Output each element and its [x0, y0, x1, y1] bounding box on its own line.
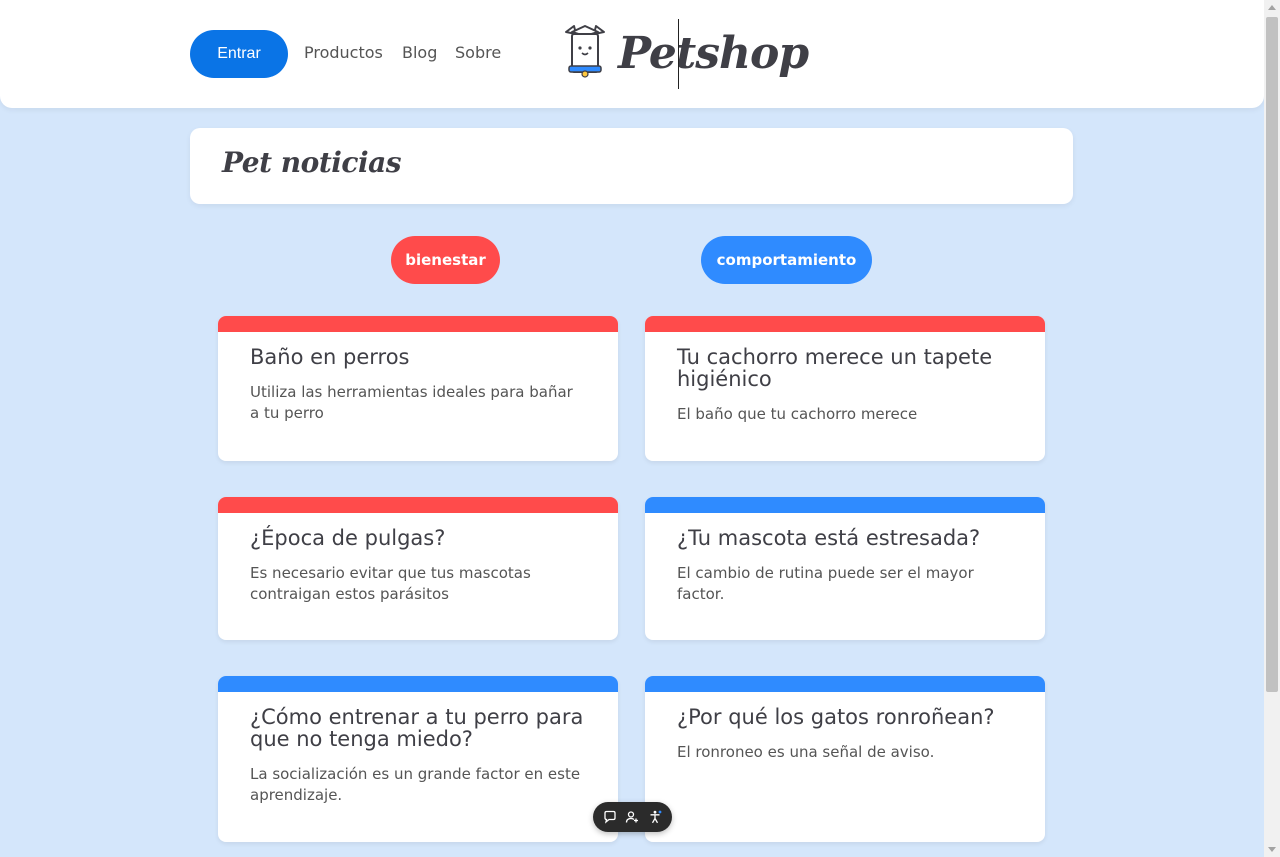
dog-box-logo-icon — [560, 22, 610, 84]
site-header: Entrar Productos Blog Sobre Petshop — [0, 0, 1264, 108]
news-card[interactable]: ¿Cómo entrenar a tu perro para que no te… — [218, 676, 618, 842]
page-title: Pet noticias — [222, 146, 402, 179]
news-card[interactable]: ¿Por qué los gatos ronroñean? El ronrone… — [645, 676, 1045, 842]
page-title-banner: Pet noticias — [190, 128, 1073, 204]
card-description: Utiliza las herramientas ideales para ba… — [250, 383, 573, 422]
category-bar-comportamiento — [645, 676, 1045, 692]
scroll-down-arrow-icon[interactable] — [1268, 847, 1276, 852]
card-title: ¿Época de pulgas? — [250, 526, 446, 550]
filter-comportamiento-button[interactable]: comportamiento — [701, 236, 872, 284]
nav-link-productos[interactable]: Productos — [304, 43, 383, 62]
add-user-icon[interactable] — [623, 808, 641, 826]
card-title: Tu cachorro merece un tapete higiénico — [677, 345, 993, 391]
news-card[interactable]: Tu cachorro merece un tapete higiénico E… — [645, 316, 1045, 461]
news-card[interactable]: ¿Época de pulgas? Es necesario evitar qu… — [218, 497, 618, 640]
accessibility-icon[interactable] — [646, 808, 664, 826]
card-title: ¿Por qué los gatos ronroñean? — [677, 705, 995, 729]
card-description: La socialización es un grande factor en … — [250, 765, 581, 804]
scroll-up-arrow-icon[interactable] — [1268, 5, 1276, 10]
floating-toolbar — [593, 802, 672, 832]
nav-link-blog[interactable]: Blog — [402, 43, 437, 62]
scrollbar-thumb[interactable] — [1266, 17, 1278, 692]
card-description: El baño que tu cachorro merece — [677, 405, 918, 423]
card-description: El cambio de rutina puede ser el mayor f… — [677, 564, 974, 603]
category-bar-bienestar — [218, 497, 618, 513]
site-logo[interactable]: Petshop — [560, 22, 809, 84]
nav-link-sobre[interactable]: Sobre — [455, 43, 501, 62]
text-cursor — [678, 19, 679, 89]
logo-wordmark: Petshop — [618, 27, 809, 79]
card-description: El ronroneo es una señal de aviso. — [677, 743, 935, 761]
news-card[interactable]: Baño en perros Utiliza las herramientas … — [218, 316, 618, 461]
filter-bienestar-button[interactable]: bienestar — [391, 236, 500, 284]
card-title: ¿Cómo entrenar a tu perro para que no te… — [250, 705, 584, 751]
vertical-scrollbar[interactable] — [1264, 0, 1280, 857]
chat-bubble-icon[interactable] — [601, 808, 619, 826]
category-bar-bienestar — [645, 316, 1045, 332]
category-bar-comportamiento — [218, 676, 618, 692]
news-card[interactable]: ¿Tu mascota está estresada? El cambio de… — [645, 497, 1045, 640]
category-bar-bienestar — [218, 316, 618, 332]
card-title: Baño en perros — [250, 345, 410, 369]
card-description: Es necesario evitar que tus mascotas con… — [250, 564, 531, 603]
category-bar-comportamiento — [645, 497, 1045, 513]
login-button[interactable]: Entrar — [190, 30, 288, 78]
card-title: ¿Tu mascota está estresada? — [677, 526, 981, 550]
